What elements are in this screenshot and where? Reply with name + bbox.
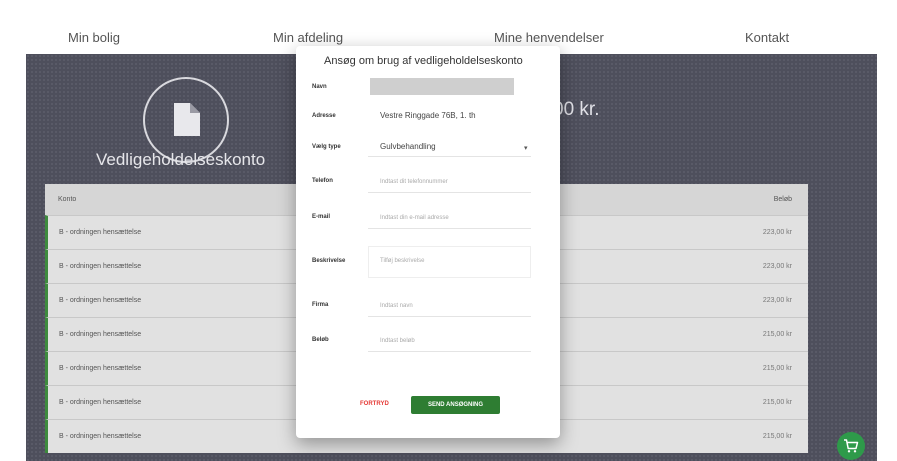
cart-icon xyxy=(844,439,859,453)
document-icon xyxy=(174,103,200,136)
label-type: Vælg type xyxy=(312,144,341,150)
name-field[interactable] xyxy=(370,78,514,95)
type-select[interactable]: Gulvbehandling xyxy=(380,142,436,151)
nav-item-min-bolig[interactable]: Min bolig xyxy=(68,30,120,45)
type-underline xyxy=(368,156,531,157)
amount-underline xyxy=(368,351,531,352)
row-konto: B - ordningen hensættelse xyxy=(59,229,142,236)
phone-underline xyxy=(368,192,531,193)
email-input[interactable]: Indtast din e-mail adresse xyxy=(380,215,449,221)
row-belob: 215,00 kr xyxy=(762,399,792,406)
phone-input[interactable]: Indtast dit telefonnummer xyxy=(380,179,448,185)
column-header-konto: Konto xyxy=(58,196,77,203)
nav-item-mine-henvendelser[interactable]: Mine henvendelser xyxy=(494,30,604,45)
chevron-down-icon[interactable]: ▾ xyxy=(524,144,528,152)
label-beskrivelse: Beskrivelse xyxy=(312,258,346,264)
column-header-belob: Beløb xyxy=(773,196,792,203)
label-telefon: Telefon xyxy=(312,178,333,184)
row-belob: 215,00 kr xyxy=(762,331,792,338)
nav-item-kontakt[interactable]: Kontakt xyxy=(745,30,789,45)
address-value: Vestre Ringgade 76B, 1. th xyxy=(380,111,476,120)
row-konto: B - ordningen hensættelse xyxy=(59,365,142,372)
row-belob: 223,00 kr xyxy=(762,297,792,304)
label-belob: Beløb xyxy=(312,337,329,343)
amount-input[interactable]: Indtast beløb xyxy=(380,338,415,344)
modal-title: Ansøg om brug af vedligeholdelseskonto xyxy=(324,55,523,67)
label-firma: Firma xyxy=(312,302,329,308)
row-belob: 215,00 kr xyxy=(762,433,792,440)
send-application-button[interactable]: SEND ANSØGNING xyxy=(411,396,500,414)
row-belob: 223,00 kr xyxy=(762,229,792,236)
cart-button[interactable] xyxy=(837,432,865,460)
company-input[interactable]: Indtast navn xyxy=(380,303,413,309)
description-placeholder: Tilføj beskrivelse xyxy=(380,258,425,264)
row-konto: B - ordningen hensættelse xyxy=(59,433,142,440)
row-belob: 223,00 kr xyxy=(762,263,792,270)
row-konto: B - ordningen hensættelse xyxy=(59,297,142,304)
application-modal: Ansøg om brug af vedligeholdelseskonto N… xyxy=(296,46,560,438)
company-underline xyxy=(368,316,531,317)
label-adresse: Adresse xyxy=(312,113,336,119)
email-underline xyxy=(368,228,531,229)
row-konto: B - ordningen hensættelse xyxy=(59,399,142,406)
row-konto: B - ordningen hensættelse xyxy=(59,263,142,270)
nav-item-min-afdeling[interactable]: Min afdeling xyxy=(273,30,343,45)
row-belob: 215,00 kr xyxy=(762,365,792,372)
label-navn: Navn xyxy=(312,84,327,90)
cancel-button[interactable]: FORTRYD xyxy=(360,401,389,407)
row-konto: B - ordningen hensættelse xyxy=(59,331,142,338)
hero-title: Vedligeholdelseskonto xyxy=(96,150,266,169)
label-email: E-mail xyxy=(312,214,331,220)
